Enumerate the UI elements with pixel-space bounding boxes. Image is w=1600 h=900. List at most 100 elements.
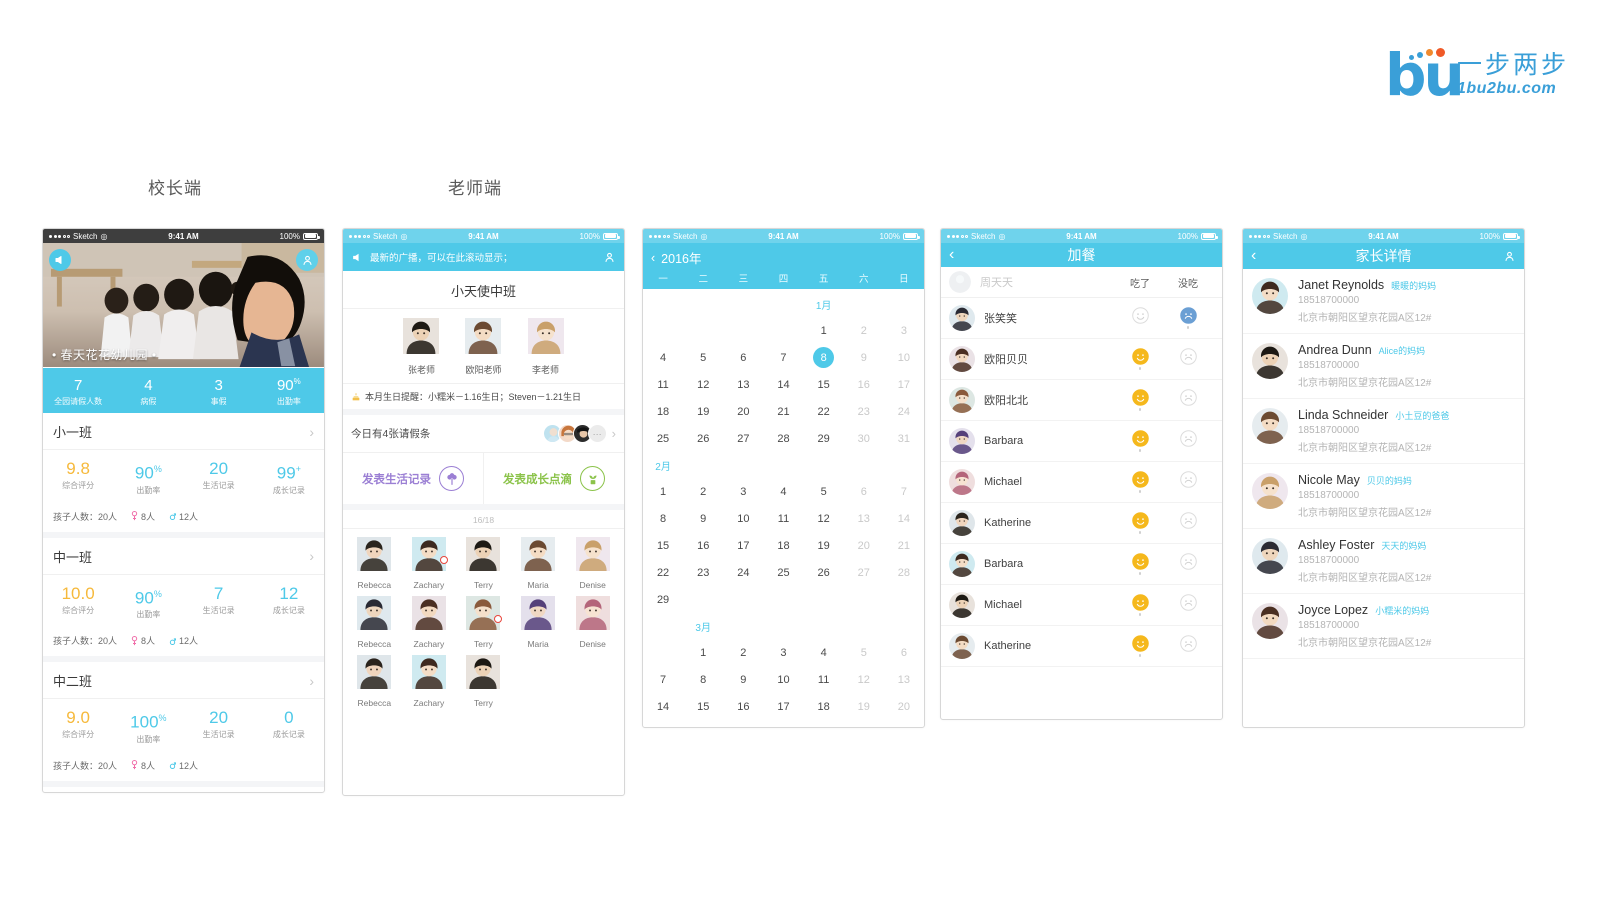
day-cell[interactable]: 22 <box>683 720 723 727</box>
day-cell[interactable]: 1 <box>804 317 844 344</box>
class-stat[interactable]: 9.8 综合评分 <box>43 459 113 496</box>
snack-row[interactable]: Barbara <box>941 421 1222 462</box>
day-cell[interactable]: 3 <box>763 639 803 666</box>
day-cell[interactable]: 1 <box>683 639 723 666</box>
day-cell[interactable]: 25 <box>804 720 844 727</box>
student-item[interactable]: Terry <box>456 537 511 590</box>
student-item[interactable]: Rebecca <box>347 537 402 590</box>
not-ate-option[interactable] <box>1164 594 1212 616</box>
day-cell[interactable]: 18 <box>804 693 844 720</box>
back-button[interactable]: ‹ <box>651 251 655 265</box>
day-cell[interactable]: 10 <box>884 344 924 371</box>
more-avatars-button[interactable]: ··· <box>587 424 607 443</box>
day-cell[interactable]: 23 <box>723 720 763 727</box>
day-cell[interactable]: 17 <box>763 693 803 720</box>
day-cell[interactable]: 21 <box>643 720 683 727</box>
day-cell[interactable]: 11 <box>643 371 683 398</box>
student-item[interactable]: Zachary <box>402 537 457 590</box>
student-item[interactable]: Zachary <box>402 596 457 649</box>
student-item[interactable]: Maria <box>511 537 566 590</box>
not-ate-option[interactable] <box>1164 512 1212 534</box>
day-cell[interactable]: 25 <box>763 559 803 586</box>
day-cell[interactable]: 16 <box>683 532 723 559</box>
leave-slips-row[interactable]: 今日有4张请假条 ··· › <box>343 415 624 453</box>
day-cell[interactable]: 8 <box>804 344 844 371</box>
student-item[interactable]: Denise <box>565 537 620 590</box>
day-cell[interactable]: 26 <box>683 425 723 452</box>
day-cell[interactable]: 2 <box>723 639 763 666</box>
class-stat[interactable]: 7 生活记录 <box>184 584 254 621</box>
class-header[interactable]: 中一班 › <box>43 538 324 575</box>
class-stat[interactable]: 20 生活记录 <box>184 459 254 496</box>
ate-option[interactable] <box>1116 512 1164 534</box>
day-cell[interactable]: 4 <box>643 344 683 371</box>
day-cell[interactable]: 26 <box>844 720 884 727</box>
snack-row[interactable]: 欧阳贝贝 <box>941 339 1222 380</box>
class-stat[interactable]: 10.0 综合评分 <box>43 584 113 621</box>
day-cell[interactable]: 29 <box>643 586 683 613</box>
class-stat[interactable]: 12 成长记录 <box>254 584 324 621</box>
student-item[interactable]: Maria <box>511 596 566 649</box>
snack-row[interactable]: Michael <box>941 462 1222 503</box>
profile-button[interactable] <box>296 249 318 271</box>
day-cell[interactable]: 20 <box>884 693 924 720</box>
post-life-record-button[interactable]: 发表生活记录 <box>343 453 483 504</box>
student-item[interactable]: Denise <box>565 596 620 649</box>
kpi-item[interactable]: 7 全园请假人数 <box>43 373 113 407</box>
day-cell[interactable]: 3 <box>723 478 763 505</box>
not-ate-option[interactable] <box>1164 307 1212 329</box>
day-cell[interactable]: 23 <box>683 559 723 586</box>
day-cell[interactable]: 5 <box>804 478 844 505</box>
day-cell[interactable]: 21 <box>884 532 924 559</box>
ate-option[interactable] <box>1116 471 1164 493</box>
day-cell[interactable]: 6 <box>844 478 884 505</box>
kpi-item[interactable]: 4 病假 <box>113 373 183 407</box>
day-cell[interactable]: 15 <box>683 693 723 720</box>
parent-row[interactable]: Ashley Foster 天天的妈妈 18518700000 北京市朝阳区望京花园A… <box>1243 529 1524 594</box>
day-cell[interactable]: 9 <box>723 666 763 693</box>
day-cell[interactable]: 7 <box>763 344 803 371</box>
day-cell[interactable]: 24 <box>723 559 763 586</box>
teacher-item[interactable]: 欧阳老师 <box>465 318 502 376</box>
ate-option[interactable] <box>1116 635 1164 657</box>
day-cell[interactable]: 30 <box>844 425 884 452</box>
class-stat[interactable]: 20 生活记录 <box>184 708 254 745</box>
day-cell[interactable]: 12 <box>844 666 884 693</box>
not-ate-option[interactable] <box>1164 430 1212 452</box>
parent-row[interactable]: Nicole May 贝贝的妈妈 18518700000 北京市朝阳区望京花园A区12… <box>1243 464 1524 529</box>
day-cell[interactable]: 8 <box>683 666 723 693</box>
not-ate-option[interactable] <box>1164 348 1212 370</box>
megaphone-button[interactable] <box>49 249 71 271</box>
day-cell[interactable]: 13 <box>844 505 884 532</box>
day-cell[interactable]: 19 <box>683 398 723 425</box>
class-header[interactable]: 中二班 › <box>43 662 324 700</box>
day-cell[interactable]: 31 <box>884 425 924 452</box>
day-cell[interactable]: 6 <box>723 344 763 371</box>
day-cell[interactable]: 21 <box>763 398 803 425</box>
day-cell[interactable]: 9 <box>844 344 884 371</box>
calendar-year-row[interactable]: ‹ 2016年 <box>643 243 924 271</box>
day-cell[interactable]: 19 <box>844 693 884 720</box>
day-cell[interactable]: 27 <box>884 720 924 727</box>
day-cell[interactable]: 5 <box>683 344 723 371</box>
day-cell[interactable]: 15 <box>804 371 844 398</box>
day-cell[interactable]: 27 <box>723 425 763 452</box>
day-cell[interactable]: 9 <box>683 505 723 532</box>
day-cell[interactable]: 24 <box>763 720 803 727</box>
day-cell[interactable]: 5 <box>844 639 884 666</box>
day-cell[interactable]: 12 <box>804 505 844 532</box>
not-ate-option[interactable] <box>1164 389 1212 411</box>
day-cell[interactable]: 10 <box>763 666 803 693</box>
day-cell[interactable]: 11 <box>804 666 844 693</box>
ate-option[interactable] <box>1116 307 1164 329</box>
day-cell[interactable]: 14 <box>763 371 803 398</box>
kpi-item[interactable]: 3 事假 <box>184 373 254 407</box>
parent-row[interactable]: Andrea Dunn Alice的妈妈 18518700000 北京市朝阳区望京花园… <box>1243 334 1524 399</box>
ate-option[interactable] <box>1116 594 1164 616</box>
class-stat[interactable]: 100% 出勤率 <box>113 708 183 745</box>
kpi-item[interactable]: 90% 出勤率 <box>254 373 324 407</box>
day-cell[interactable]: 17 <box>723 532 763 559</box>
day-cell[interactable]: 6 <box>884 639 924 666</box>
day-cell[interactable]: 15 <box>643 532 683 559</box>
student-item[interactable]: Zachary <box>402 655 457 708</box>
